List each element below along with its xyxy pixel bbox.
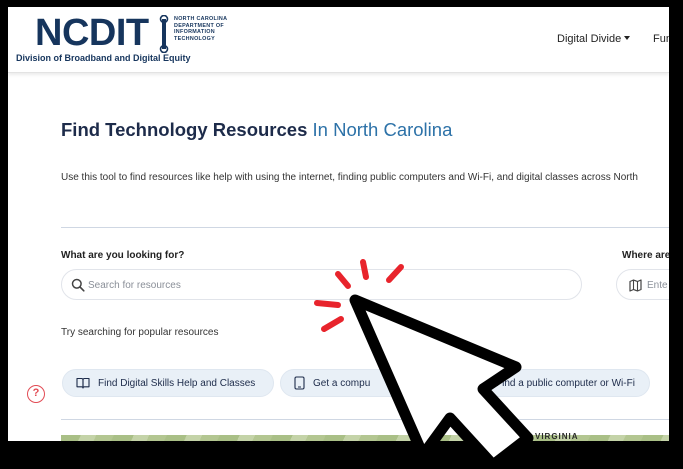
browser-viewport: NCDIT NORTH CAROLINA DEPARTMENT OF INFOR… [8,7,669,441]
resource-search-field[interactable] [61,269,582,300]
logo-divider-icon [159,15,169,53]
tablet-icon [294,376,305,390]
location-search-field[interactable] [616,269,669,300]
suggestion-label: Find a public computer or Wi-Fi [496,377,635,389]
page-title-accent: In North Carolina [312,119,453,140]
search-icon [71,278,85,292]
intro-text: Use this tool to find resources like hel… [61,172,638,183]
page-title-main: Find Technology Resources [61,119,308,140]
logo-subtitle-line: DEPARTMENT OF [174,22,224,29]
where-label: Where are [622,250,669,261]
help-button[interactable]: ? [27,385,45,403]
suggestion-public-computer-button[interactable]: Find a public computer or Wi-Fi [455,369,650,397]
book-icon [76,377,90,389]
logo-subtitle-line: TECHNOLOGY [174,35,216,42]
section-divider [61,227,669,228]
logo-subtitle: NORTH CAROLINA DEPARTMENT OF INFORMATION… [174,16,227,42]
frame-right-border [669,0,683,469]
map-icon [629,279,642,292]
search-input[interactable] [88,275,568,295]
nav-digital-divide-dropdown[interactable]: Digital Divide [557,33,631,45]
map-state-label: VIRGINIA [535,432,579,441]
nav-digital-divide-label: Digital Divide [557,33,622,45]
suggestion-digital-skills-button[interactable]: Find Digital Skills Help and Classes [62,369,274,397]
suggestion-label: Get a compu [313,377,371,389]
frame-top-border [0,0,683,7]
location-input[interactable] [647,275,669,295]
section-divider [61,419,669,420]
frame-bottom-border [0,441,683,469]
logo-subtitle-line: INFORMATION [174,29,215,36]
caret-down-icon [624,36,631,40]
suggestion-get-computer-button[interactable]: Get a compu [280,369,450,397]
logo-subtitle-line: NORTH CAROLINA [174,16,228,22]
logo-wordmark[interactable]: NCDIT [35,12,149,55]
frame-left-border [0,0,8,469]
nav-item-truncated[interactable]: Fun [653,33,669,45]
what-label: What are you looking for? [61,250,185,261]
suggestion-label: Find Digital Skills Help and Classes [98,377,256,389]
logo-tagline: Division of Broadband and Digital Equity [16,53,191,63]
popular-resources-label: Try searching for popular resources [61,327,219,338]
site-header: NCDIT NORTH CAROLINA DEPARTMENT OF INFOR… [8,7,669,73]
page-title: Find Technology Resources In North Carol… [61,119,452,141]
